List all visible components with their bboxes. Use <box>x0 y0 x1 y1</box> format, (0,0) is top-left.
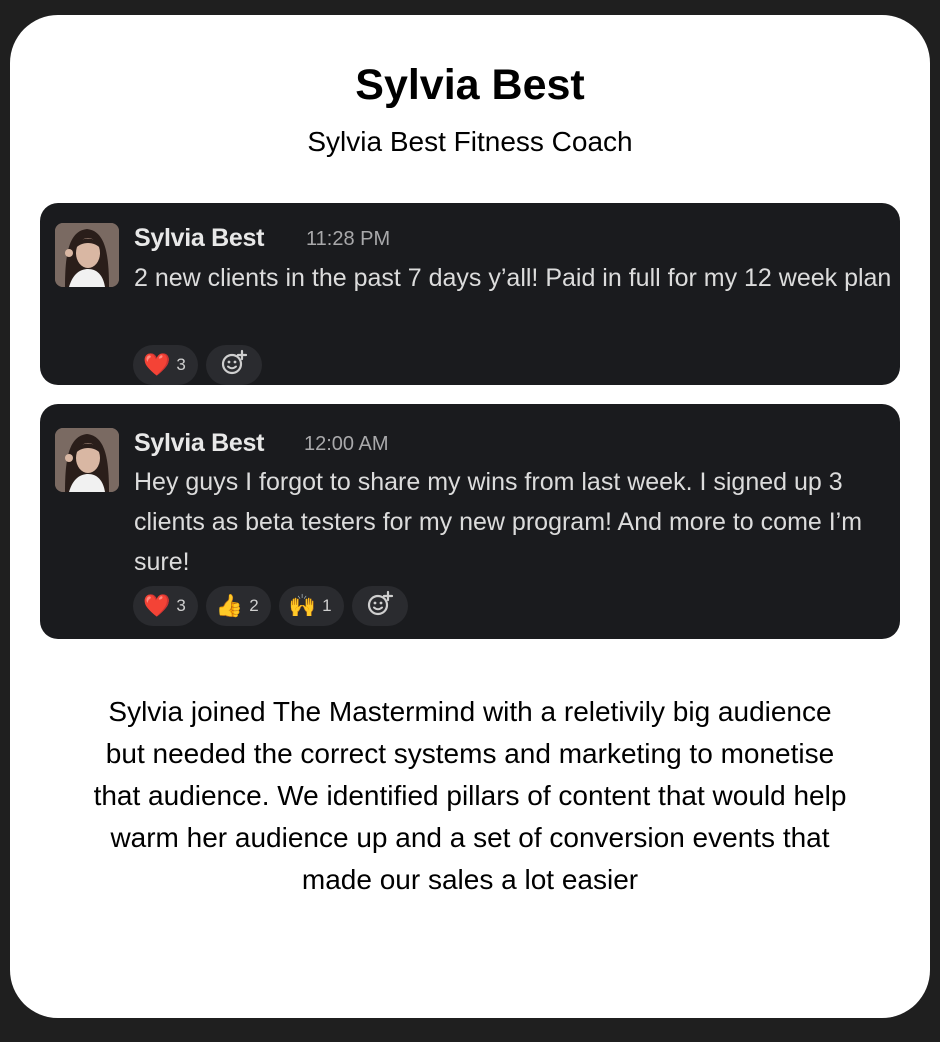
message-text: Hey guys I forgot to share my wins from … <box>134 468 863 576</box>
reaction-thumbs-up[interactable]: 👍 2 <box>205 586 271 626</box>
red-heart-icon: ❤️ <box>143 352 171 377</box>
reaction-count: 3 <box>176 596 186 615</box>
reaction-count: 3 <box>176 355 186 374</box>
reaction-heart[interactable]: ❤️ 3 <box>133 345 198 385</box>
page-subtitle: Sylvia Best Fitness Coach <box>307 126 633 157</box>
message-timestamp[interactable]: 12:00 AM <box>304 429 389 459</box>
add-reaction-icon <box>366 590 394 623</box>
reaction-heart[interactable]: ❤️ 3 <box>133 586 198 626</box>
reaction-count: 1 <box>322 596 332 615</box>
reaction-raised-hands[interactable]: 🙌 1 <box>278 586 344 626</box>
message-author[interactable]: Sylvia Best <box>134 428 264 458</box>
add-reaction-button[interactable] <box>205 345 262 385</box>
thumbs-up-icon: 👍 <box>215 593 244 618</box>
avatar[interactable] <box>55 223 119 287</box>
testimonial-card: Sylvia Best Sylvia Best Fitness Coach Sy… <box>10 15 930 1018</box>
avatar[interactable] <box>55 428 119 492</box>
red-heart-icon: ❤️ <box>143 593 171 618</box>
message-text: 2 new clients in the past 7 days y’all! … <box>134 264 892 292</box>
reaction-count: 2 <box>249 596 259 615</box>
page-title: Sylvia Best <box>355 61 585 109</box>
reaction-bar: ❤️ 3 👍 2 🙌 1 <box>133 586 408 626</box>
reaction-bar: ❤️ 3 <box>133 345 262 385</box>
add-reaction-button[interactable] <box>351 586 408 626</box>
testimonial-description: Sylvia joined The Mastermind with a rele… <box>93 696 847 895</box>
add-reaction-icon <box>220 349 248 382</box>
message-author[interactable]: Sylvia Best <box>134 223 264 253</box>
chat-message: Sylvia Best 11:28 PM 2 new clients in th… <box>40 203 900 385</box>
message-timestamp[interactable]: 11:28 PM <box>306 224 390 254</box>
raised-hands-icon: 🙌 <box>288 593 317 618</box>
chat-message: Sylvia Best 12:00 AM Hey guys I forgot t… <box>40 404 900 639</box>
